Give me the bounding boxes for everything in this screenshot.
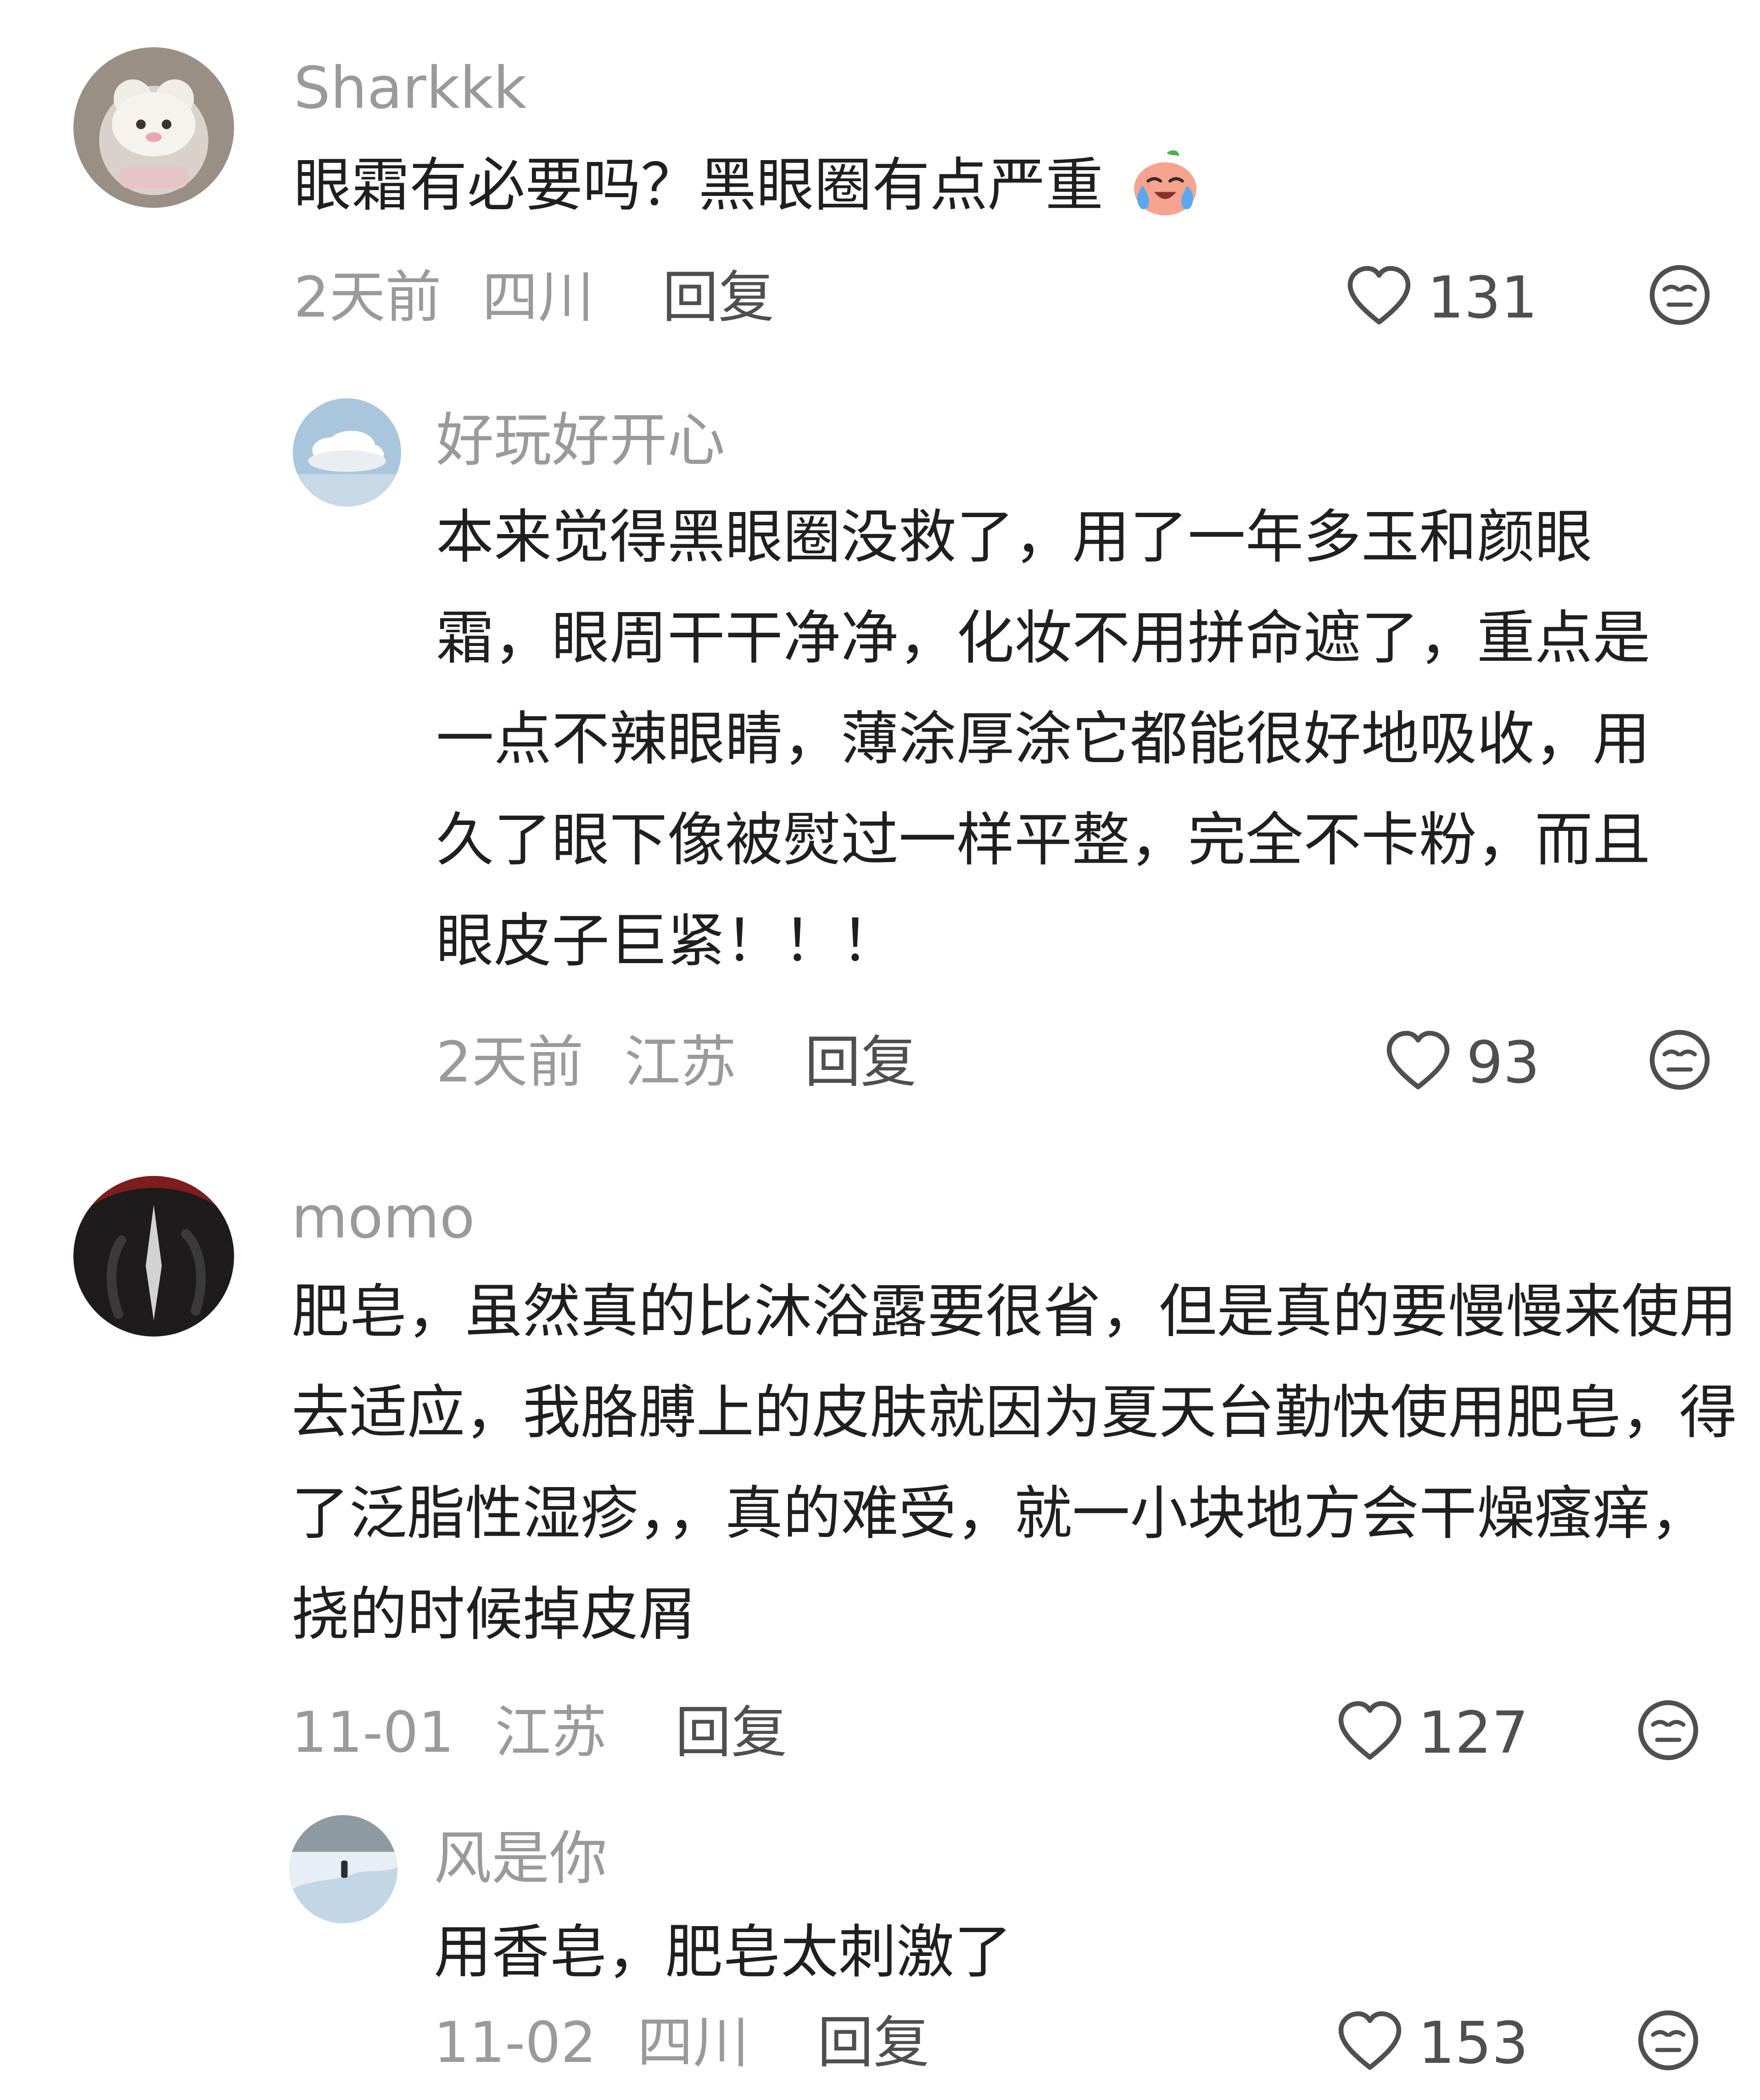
avatar-image (293, 398, 401, 507)
like-count: 127 (1418, 1699, 1529, 1766)
comment-sharkkk: Sharkkk 眼霜有必要吗？黑眼圈有点严重 2天前 四川 回复 131 好玩好… (0, 0, 1760, 1120)
comment-momo: momo 肥皂，虽然真的比沐浴露要很省，但是真的要慢慢来使用去适应，我胳膊上的皮… (0, 1120, 1760, 2100)
comment-text-content: 眼霜有必要吗？黑眼圈有点严重 (294, 151, 1103, 219)
comment-text: 眼霜有必要吗？黑眼圈有点严重 (294, 135, 1716, 236)
reply-meta: 11-02 四川 回复 (434, 2006, 929, 2079)
dislike-button[interactable] (1645, 261, 1714, 329)
username[interactable]: momo (291, 1181, 475, 1254)
timestamp: 11-02 (434, 2010, 597, 2075)
timestamp: 11-01 (291, 1700, 454, 1765)
username[interactable]: 风是你 (434, 1822, 607, 1895)
dislike-button[interactable] (1645, 1025, 1714, 1094)
username[interactable]: 好玩好开心 (436, 404, 725, 477)
reply-text: 用香皂，肥皂太刺激了 (434, 1918, 1012, 1986)
neutral-face-icon (1638, 1700, 1699, 1760)
timestamp: 2天前 (436, 1030, 584, 1095)
dislike-button[interactable] (1634, 2006, 1703, 2075)
avatar[interactable] (73, 1176, 234, 1337)
heart-outline-icon (1386, 1031, 1450, 1090)
heart-outline-icon (1338, 2011, 1402, 2070)
neutral-face-icon (1649, 1030, 1710, 1090)
location: 四川 (637, 2010, 749, 2075)
timestamp: 2天前 (294, 265, 441, 330)
comment-meta: 11-01 江苏 回复 (291, 1696, 787, 1769)
reply-button[interactable]: 回复 (805, 1025, 916, 1099)
dislike-button[interactable] (1634, 1696, 1703, 1765)
like-count: 93 (1466, 1028, 1540, 1096)
like-button[interactable]: 93 (1384, 1025, 1540, 1099)
location: 四川 (482, 265, 594, 330)
neutral-face-icon (1638, 2010, 1699, 2071)
like-button[interactable]: 131 (1345, 261, 1538, 334)
like-count: 153 (1418, 2009, 1529, 2077)
reply-text: 本来觉得黑眼圈没救了，用了一年多玉和颜眼霜，眼周干干净净，化妆不用拼命遮了，重点… (436, 503, 1650, 975)
like-button[interactable]: 127 (1335, 1696, 1529, 1769)
location: 江苏 (624, 1030, 737, 1095)
comment-meta: 2天前 四川 回复 (294, 261, 774, 334)
comment-text: 肥皂，虽然真的比沐浴露要很省，但是真的要慢慢来使用去适应，我胳膊上的皮肤就因为夏… (291, 1278, 1737, 1648)
username[interactable]: Sharkkk (294, 51, 527, 125)
reply-button[interactable]: 回复 (662, 261, 774, 334)
heart-outline-icon (1347, 266, 1411, 325)
avatar[interactable] (289, 1815, 397, 1923)
like-button[interactable]: 153 (1335, 2006, 1529, 2079)
reply-button[interactable]: 回复 (817, 2006, 929, 2079)
reply-meta: 2天前 江苏 回复 (436, 1025, 916, 1099)
like-count: 131 (1427, 263, 1538, 331)
neutral-face-icon (1649, 265, 1710, 325)
crying-laughing-face-icon (1126, 144, 1204, 222)
avatar-image (73, 1176, 234, 1337)
location: 江苏 (495, 1700, 607, 1765)
reply-button[interactable]: 回复 (675, 1696, 787, 1769)
avatar[interactable] (293, 398, 401, 507)
avatar[interactable] (73, 47, 234, 208)
avatar-image (289, 1815, 397, 1923)
heart-outline-icon (1338, 1701, 1402, 1760)
avatar-image (73, 47, 234, 208)
